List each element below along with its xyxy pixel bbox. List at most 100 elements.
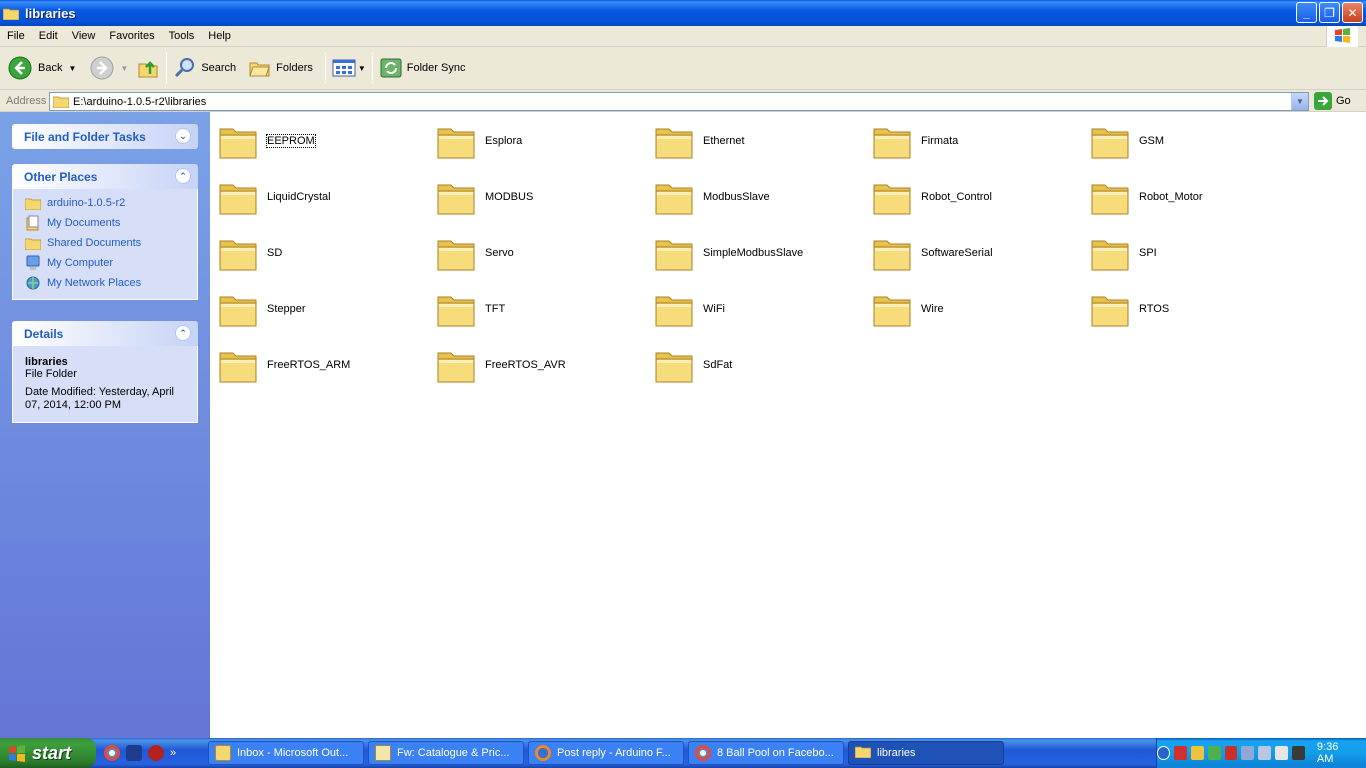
folder-icon	[437, 296, 475, 327]
network-places-icon	[25, 275, 41, 291]
shield-icon[interactable]	[1224, 746, 1238, 760]
folder-icon	[873, 240, 911, 271]
forward-button[interactable]: ▼	[86, 50, 132, 86]
display-icon[interactable]	[1292, 746, 1305, 760]
go-button[interactable]: Go	[1314, 92, 1351, 110]
folders-button[interactable]: Folders	[244, 50, 317, 86]
details-header[interactable]: Details ⌃	[12, 321, 198, 346]
device-icon[interactable]	[1258, 746, 1272, 760]
network-icon[interactable]	[1241, 746, 1255, 760]
chevron-right-icon[interactable]: »	[170, 747, 176, 759]
folder-icon	[437, 352, 475, 383]
forward-arrow-icon	[90, 56, 114, 80]
folder-item[interactable]: TFT	[428, 287, 638, 331]
folder-item[interactable]: Stepper	[210, 287, 420, 331]
forward-dropdown-icon[interactable]: ▼	[120, 64, 128, 73]
folder-icon	[25, 235, 41, 251]
folder-icon	[873, 296, 911, 327]
folder-label: Esplora	[485, 135, 523, 147]
task-outlook[interactable]: Inbox - Microsoft Out...	[208, 741, 364, 765]
folder-item[interactable]: SdFat	[646, 343, 856, 387]
folder-item[interactable]: SoftwareSerial	[864, 231, 1074, 275]
start-button[interactable]: start	[0, 738, 96, 768]
file-folder-tasks-panel: File and Folder Tasks ⌄	[12, 124, 198, 149]
folder-icon	[1091, 296, 1129, 327]
folder-item[interactable]: MODBUS	[428, 175, 638, 219]
chevron-up-icon[interactable]: ⌃	[175, 168, 191, 184]
folder-item[interactable]: SD	[210, 231, 420, 275]
antivirus-icon[interactable]	[1174, 746, 1187, 760]
folder-item[interactable]: Wire	[864, 287, 1074, 331]
back-dropdown-icon[interactable]: ▼	[68, 64, 76, 73]
task-chrome[interactable]: 8 Ball Pool on Facebo...	[688, 741, 844, 765]
task-mail[interactable]: Fw: Catalogue & Pric...	[368, 741, 524, 765]
tray-expand-icon[interactable]	[1157, 746, 1171, 760]
folder-item[interactable]: FreeRTOS_ARM	[210, 343, 420, 387]
chevron-up-icon[interactable]: ⌃	[175, 325, 191, 341]
file-folder-tasks-header[interactable]: File and Folder Tasks ⌄	[12, 124, 198, 149]
minimize-button[interactable]: _	[1296, 2, 1317, 23]
menu-file[interactable]: File	[0, 30, 32, 42]
folder-label: SdFat	[703, 359, 733, 371]
menu-tools[interactable]: Tools	[162, 30, 202, 42]
menu-edit[interactable]: Edit	[32, 30, 65, 42]
title-bar[interactable]: libraries _ ❐ ✕	[0, 0, 1366, 26]
folder-item[interactable]: EEPROM	[210, 119, 420, 163]
maximize-button[interactable]: ❐	[1319, 2, 1340, 23]
folder-item[interactable]: SPI	[1082, 231, 1292, 275]
folder-item[interactable]: Ethernet	[646, 119, 856, 163]
other-places-header[interactable]: Other Places ⌃	[12, 164, 198, 189]
clock[interactable]: 9:36 AM	[1317, 741, 1354, 765]
folder-item[interactable]: Firmata	[864, 119, 1074, 163]
folder-item[interactable]: Esplora	[428, 119, 638, 163]
task-libraries[interactable]: libraries	[848, 741, 1004, 765]
address-dropdown-icon[interactable]: ▼	[1291, 93, 1308, 110]
menu-view[interactable]: View	[65, 30, 103, 42]
place-my-documents[interactable]: My Documents	[25, 213, 197, 233]
system-tray: 9:36 AM	[1156, 738, 1366, 768]
place-my-computer[interactable]: My Computer	[25, 253, 197, 273]
toolbar: Back ▼ ▼ Search Folders ▼ Folder Sync	[0, 47, 1366, 90]
address-input[interactable]: E:\arduino-1.0.5-r2\libraries ▼	[49, 92, 1309, 111]
folder-item[interactable]: LiquidCrystal	[210, 175, 420, 219]
folder-label: SimpleModbusSlave	[703, 247, 804, 259]
volume-icon[interactable]	[1275, 746, 1289, 760]
place-arduino-folder[interactable]: arduino-1.0.5-r2	[25, 193, 197, 213]
media-icon[interactable]	[148, 745, 164, 761]
folder-label: Stepper	[267, 303, 306, 315]
folder-item[interactable]: RTOS	[1082, 287, 1292, 331]
place-my-network-places[interactable]: My Network Places	[25, 273, 197, 293]
folder-item[interactable]: SimpleModbusSlave	[646, 231, 856, 275]
menu-favorites[interactable]: Favorites	[102, 30, 161, 42]
chrome-icon	[695, 745, 711, 761]
details-modified-line1: Date Modified: Yesterday, April	[25, 386, 174, 398]
search-button[interactable]: Search	[169, 50, 240, 86]
back-button[interactable]: Back ▼	[0, 50, 80, 86]
security-icon[interactable]	[1207, 746, 1221, 760]
folder-icon	[437, 184, 475, 215]
folder-item[interactable]: WiFi	[646, 287, 856, 331]
chrome-icon[interactable]	[104, 745, 120, 761]
folder-item[interactable]: Robot_Control	[864, 175, 1074, 219]
messenger-icon[interactable]	[1190, 746, 1204, 760]
views-button[interactable]: ▼	[328, 50, 370, 86]
folder-item[interactable]: ModbusSlave	[646, 175, 856, 219]
folder-icon	[1091, 240, 1129, 271]
close-button[interactable]: ✕	[1342, 2, 1363, 23]
folder-view[interactable]: EEPROM Esplora Ethernet Firmata GSM LiquidCry…	[210, 112, 1366, 738]
chevron-down-icon[interactable]: ⌄	[175, 128, 191, 144]
folder-item[interactable]: Robot_Motor	[1082, 175, 1292, 219]
up-folder-button[interactable]	[132, 50, 164, 86]
folder-icon	[219, 352, 257, 383]
folder-icon	[219, 128, 257, 159]
menu-help[interactable]: Help	[201, 30, 238, 42]
folder-item[interactable]: GSM	[1082, 119, 1292, 163]
folder-item[interactable]: Servo	[428, 231, 638, 275]
folder-item[interactable]: FreeRTOS_AVR	[428, 343, 638, 387]
app-icon[interactable]	[126, 745, 142, 761]
folder-sync-button[interactable]: Folder Sync	[375, 50, 470, 86]
task-firefox[interactable]: Post reply - Arduino F...	[528, 741, 684, 765]
place-shared-documents[interactable]: Shared Documents	[25, 233, 197, 253]
views-dropdown-icon[interactable]: ▼	[358, 64, 366, 73]
place-label: My Documents	[47, 217, 121, 229]
